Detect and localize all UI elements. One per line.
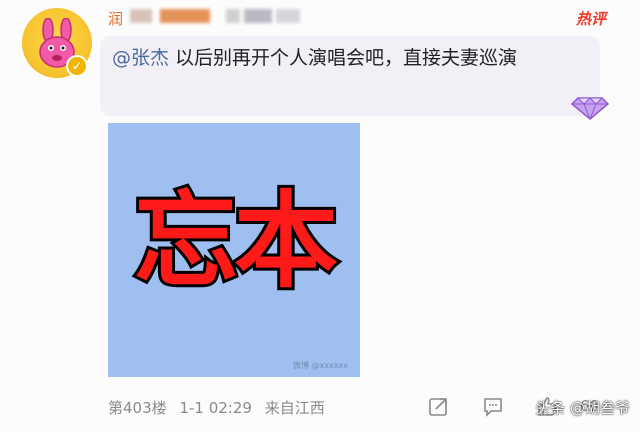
username-redacted-block [276,9,300,23]
comment-card: ✓ 润 热评 @张杰 以后别再开个人演唱会吧，直接夫妻巡演 忘本 微博 @xxx… [0,0,640,432]
username-redacted-block [244,9,272,23]
username-redacted-block [130,9,152,23]
username-redacted-block [226,9,240,23]
comment-location: 来自江西 [264,399,325,417]
comment-reply-icon[interactable] [482,395,504,417]
source-watermark: 头条 @胡叁爷 [535,399,630,417]
verified-badge-icon: ✓ [66,55,88,77]
hot-comment-badge: 热评 [575,10,606,28]
comment-meta: 第403楼 1-1 02:29 来自江西 [108,397,333,418]
floor-number: 第403楼 [108,399,167,417]
comment-text: @张杰 以后别再开个人演唱会吧，直接夫妻巡演 [112,42,582,75]
comment-image[interactable]: 忘本 微博 @xxxxxx [108,123,360,377]
username-redacted-block [160,9,210,23]
diamond-gem-icon [570,97,610,120]
image-watermark: 微博 @xxxxxx [293,361,348,370]
comment-bubble: @张杰 以后别再开个人演唱会吧，直接夫妻巡演 [100,36,600,116]
image-caption-text: 忘本 [131,178,341,304]
comment-date: 1-1 02:29 [179,399,252,417]
comment-body: 以后别再开个人演唱会吧，直接夫妻巡演 [169,47,518,69]
username[interactable]: 润 [108,8,124,29]
share-icon[interactable] [428,395,450,417]
username-text: 润 [108,10,125,28]
mention-link[interactable]: @张杰 [112,47,169,69]
